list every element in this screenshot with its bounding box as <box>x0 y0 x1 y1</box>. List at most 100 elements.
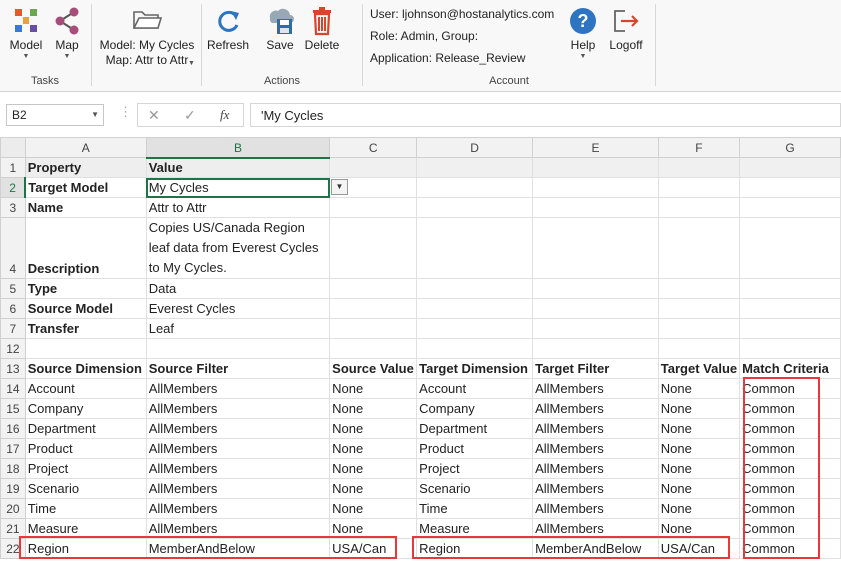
row-header[interactable]: 22 <box>0 538 26 559</box>
cell-c4[interactable] <box>329 217 418 279</box>
cell-c20[interactable]: None <box>329 498 418 519</box>
cell-c22[interactable]: USA/Can <box>329 538 418 559</box>
column-header-g[interactable]: G <box>739 137 841 158</box>
row-header[interactable]: 17 <box>0 438 26 459</box>
cell-c3[interactable] <box>329 197 418 218</box>
cell-b5[interactable]: Data <box>145 278 331 299</box>
cell-b6[interactable]: Everest Cycles <box>145 298 331 319</box>
cell-e3[interactable] <box>532 197 659 218</box>
select-all-corner[interactable] <box>0 137 26 158</box>
cell-a19[interactable]: Scenario <box>24 478 147 499</box>
cell-d7[interactable] <box>416 318 534 339</box>
cell-d17[interactable]: Product <box>416 438 534 459</box>
cell-g4[interactable] <box>739 217 841 279</box>
cell-d14[interactable]: Account <box>416 378 534 399</box>
row-header[interactable]: 1 <box>0 157 26 178</box>
cell-e21[interactable]: AllMembers <box>532 518 659 539</box>
cell-g5[interactable] <box>739 278 841 299</box>
cell-b13[interactable]: Source Filter <box>145 358 331 379</box>
row-header[interactable]: 5 <box>0 278 26 299</box>
cell-e18[interactable]: AllMembers <box>532 458 659 479</box>
formula-input[interactable]: 'My Cycles <box>250 103 841 127</box>
cell-e2[interactable] <box>532 177 659 198</box>
row-header[interactable]: 2 <box>0 177 27 198</box>
cell-b21[interactable]: AllMembers <box>145 518 331 539</box>
cell-g22[interactable]: Common <box>739 538 841 559</box>
cell-f6[interactable] <box>657 298 741 319</box>
cancel-icon[interactable]: ✕ <box>148 107 160 124</box>
cell-d6[interactable] <box>416 298 534 319</box>
cell-e4[interactable] <box>532 217 659 279</box>
cell-b2[interactable]: My Cycles <box>145 177 331 198</box>
cell-b16[interactable]: AllMembers <box>145 418 331 439</box>
cell-g6[interactable] <box>739 298 841 319</box>
cell-a6[interactable]: Source Model <box>24 298 147 319</box>
cell-e16[interactable]: AllMembers <box>532 418 659 439</box>
cell-e19[interactable]: AllMembers <box>532 478 659 499</box>
cell-a5[interactable]: Type <box>24 278 147 299</box>
cell-d19[interactable]: Scenario <box>416 478 534 499</box>
cell-b22[interactable]: MemberAndBelow <box>145 538 331 559</box>
cell-d5[interactable] <box>416 278 534 299</box>
function-icon[interactable]: fx <box>220 107 229 123</box>
cell-e1[interactable] <box>532 157 659 178</box>
cell-f5[interactable] <box>657 278 741 299</box>
cell-f4[interactable] <box>657 217 741 279</box>
cell-d21[interactable]: Measure <box>416 518 534 539</box>
column-header-d[interactable]: D <box>416 137 534 158</box>
cell-a18[interactable]: Project <box>24 458 147 479</box>
cell-f15[interactable]: None <box>657 398 741 419</box>
row-header[interactable]: 6 <box>0 298 26 319</box>
cell-g3[interactable] <box>739 197 841 218</box>
cell-a14[interactable]: Account <box>24 378 147 399</box>
column-header-f[interactable]: F <box>657 137 741 158</box>
cell-f21[interactable]: None <box>657 518 741 539</box>
cell-f2[interactable] <box>657 177 741 198</box>
cell-a7[interactable]: Transfer <box>24 318 147 339</box>
column-header-b[interactable]: B <box>145 137 331 159</box>
cell-f14[interactable]: None <box>657 378 741 399</box>
cell-c21[interactable]: None <box>329 518 418 539</box>
delete-button[interactable]: Delete <box>302 6 342 52</box>
logoff-button[interactable]: Logoff <box>606 6 646 52</box>
row-header[interactable]: 14 <box>0 378 26 399</box>
cell-a17[interactable]: Product <box>24 438 147 459</box>
cell-e14[interactable]: AllMembers <box>532 378 659 399</box>
cell-e20[interactable]: AllMembers <box>532 498 659 519</box>
cell-d22[interactable]: Region <box>416 538 534 559</box>
model-map-selector[interactable]: Model: My Cycles Map: Attr to Attr <box>96 6 198 67</box>
cell-e7[interactable] <box>532 318 659 339</box>
cell-c13[interactable]: Source Value <box>329 358 418 379</box>
cell-b3[interactable]: Attr to Attr <box>145 197 331 218</box>
cell-a1[interactable]: Property <box>24 157 147 178</box>
chevron-down-icon[interactable]: ▼ <box>91 110 99 119</box>
cell-a13[interactable]: Source Dimension <box>24 358 147 379</box>
cell-d2[interactable] <box>416 177 534 198</box>
cell-c7[interactable] <box>329 318 418 339</box>
cell-e5[interactable] <box>532 278 659 299</box>
cell-d16[interactable]: Department <box>416 418 534 439</box>
cell-g17[interactable]: Common <box>739 438 841 459</box>
cell-f3[interactable] <box>657 197 741 218</box>
cell-a22[interactable]: Region <box>24 538 147 559</box>
cell-c14[interactable]: None <box>329 378 418 399</box>
cell-b19[interactable]: AllMembers <box>145 478 331 499</box>
cell-d3[interactable] <box>416 197 534 218</box>
cell-f1[interactable] <box>657 157 741 178</box>
cell-f7[interactable] <box>657 318 741 339</box>
cell-c15[interactable]: None <box>329 398 418 419</box>
cell-c6[interactable] <box>329 298 418 319</box>
cell-dropdown-button[interactable]: ▼ <box>331 179 348 195</box>
cell-g7[interactable] <box>739 318 841 339</box>
cell-c16[interactable]: None <box>329 418 418 439</box>
cell-c19[interactable]: None <box>329 478 418 499</box>
cell-b17[interactable]: AllMembers <box>145 438 331 459</box>
cell-a16[interactable]: Department <box>24 418 147 439</box>
column-header-c[interactable]: C <box>329 137 418 158</box>
cell-e15[interactable]: AllMembers <box>532 398 659 419</box>
cell-g1[interactable] <box>739 157 841 178</box>
column-header-a[interactable]: A <box>24 137 147 158</box>
cell-g14[interactable]: Common <box>739 378 841 399</box>
row-header[interactable]: 16 <box>0 418 26 439</box>
cell-b14[interactable]: AllMembers <box>145 378 331 399</box>
